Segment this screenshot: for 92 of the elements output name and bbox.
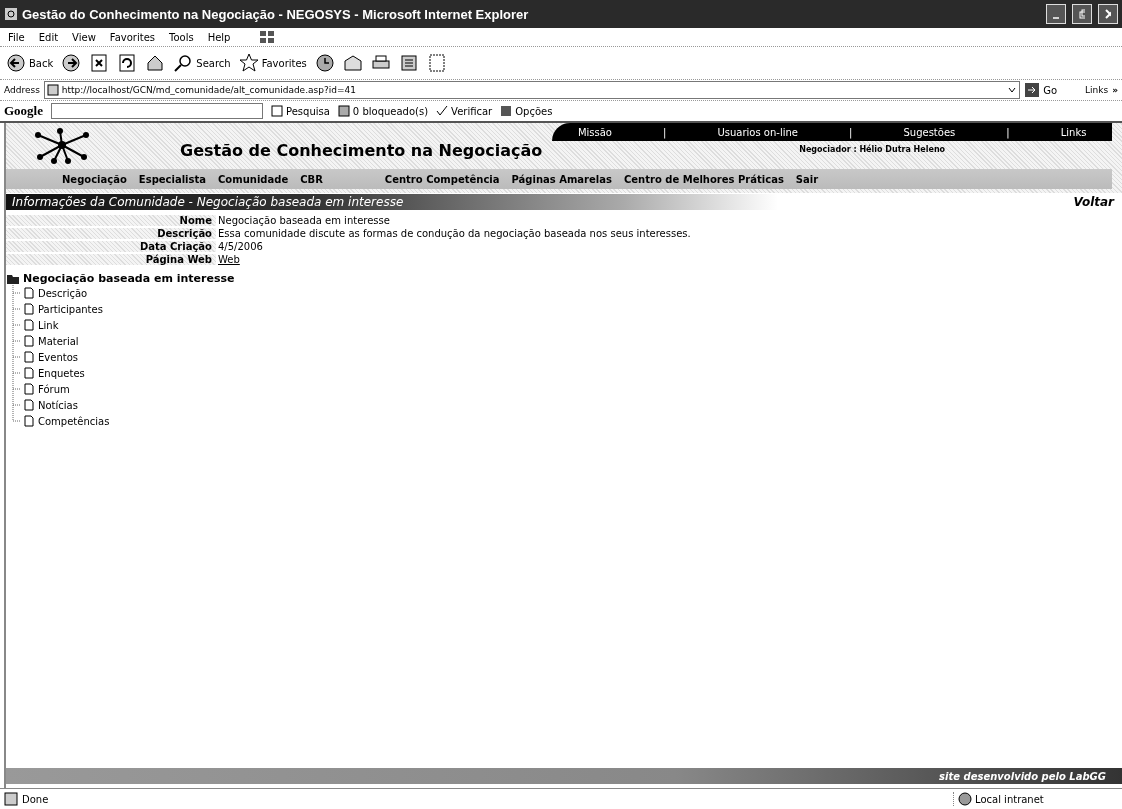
tree-item[interactable]: Enquetes xyxy=(38,367,85,379)
tree-item[interactable]: Link xyxy=(38,319,59,331)
nav-link[interactable]: CBR xyxy=(300,173,323,185)
nav-link[interactable]: Páginas Amarelas xyxy=(511,173,612,185)
globe-icon xyxy=(958,792,972,806)
page-icon xyxy=(24,287,34,299)
back-button[interactable]: Back xyxy=(6,53,54,73)
tree-item[interactable]: Material xyxy=(38,335,79,347)
top-link[interactable]: Links xyxy=(1060,126,1087,138)
windows-logo-icon xyxy=(258,29,277,45)
field-value: 4/5/2006 xyxy=(218,241,263,252)
popup-blocker-button[interactable]: 0 bloqueado(s) xyxy=(337,105,429,117)
spellcheck-button[interactable]: Verificar xyxy=(436,105,493,117)
field-label: Data Criação xyxy=(6,241,216,252)
site-title: Gestão de Conhecimento na Negociação xyxy=(180,141,543,161)
star-icon[interactable] xyxy=(238,53,259,73)
tree-item[interactable]: Competências xyxy=(38,415,110,427)
field-value: Negociação baseada em interesse xyxy=(218,215,390,226)
refresh-icon[interactable] xyxy=(117,53,138,73)
page-icon xyxy=(24,319,34,331)
google-search-field[interactable] xyxy=(51,103,263,119)
separator: | xyxy=(1006,126,1010,138)
address-label: Address xyxy=(4,85,40,95)
minimize-icon xyxy=(1053,17,1059,19)
separator: | xyxy=(849,126,853,138)
tree-item[interactable]: Eventos xyxy=(38,351,78,363)
google-logo: Google xyxy=(4,103,43,119)
web-link[interactable]: Web xyxy=(218,254,240,265)
user-label: Negociador : Hélio Dutra Heleno xyxy=(798,143,947,154)
page-icon xyxy=(46,84,59,96)
top-link[interactable]: Sugestões xyxy=(903,126,956,138)
page-icon xyxy=(24,383,34,395)
nav-link[interactable]: Negociação xyxy=(62,173,127,185)
menu-item[interactable]: File xyxy=(8,31,25,43)
check-icon xyxy=(436,105,449,117)
status-text: Done xyxy=(22,793,49,805)
restore-button[interactable] xyxy=(1072,4,1092,24)
close-button[interactable] xyxy=(1098,4,1118,24)
search-icon[interactable] xyxy=(173,53,194,73)
square-icon xyxy=(271,105,283,117)
page-icon xyxy=(24,303,34,315)
page-icon xyxy=(4,792,18,806)
page-icon xyxy=(24,399,34,411)
tree-item[interactable]: Notícias xyxy=(38,399,78,411)
page-icon xyxy=(24,351,34,363)
top-link[interactable]: Usuarios on-line xyxy=(717,126,798,138)
stop-icon[interactable] xyxy=(89,53,110,73)
menu-item[interactable]: View xyxy=(72,31,96,43)
separator: | xyxy=(663,126,667,138)
tree-item[interactable]: Fórum xyxy=(38,383,70,395)
back-link[interactable]: Voltar xyxy=(1073,195,1114,209)
field-value: Essa comunidade discute as formas de condução da negociação baseada nos seus interesses. xyxy=(218,228,691,239)
address-field[interactable]: http://localhost/GCN/md_comunidade/alt_comunidade.asp?id=41 xyxy=(43,81,1021,99)
menu-item[interactable]: Edit xyxy=(38,31,59,43)
chevron-icon[interactable]: » xyxy=(1112,85,1118,95)
links-label[interactable]: Links xyxy=(1085,85,1109,95)
tree-item[interactable]: Participantes xyxy=(38,303,103,315)
zone-label: Local intranet xyxy=(975,793,1044,805)
field-label: Página Web xyxy=(6,254,216,265)
history-icon[interactable] xyxy=(314,53,335,73)
back-icon[interactable] xyxy=(6,53,26,73)
page-icon xyxy=(24,335,34,347)
tree-root[interactable]: Negociação baseada em interesse xyxy=(23,271,235,285)
go-button[interactable]: Go xyxy=(1024,82,1058,98)
top-link[interactable]: Missão xyxy=(577,126,612,138)
options-icon xyxy=(500,105,513,117)
nav-link[interactable]: Centro de Melhores Práticas xyxy=(623,173,784,185)
minimize-button[interactable] xyxy=(1046,4,1066,24)
nav-link[interactable]: Centro Competência xyxy=(384,173,500,185)
nav-link[interactable]: Especialista xyxy=(138,173,206,185)
search-button[interactable]: Pesquisa xyxy=(271,105,330,117)
field-label: Nome xyxy=(6,215,216,226)
menu-item[interactable]: Favorites xyxy=(109,31,155,43)
tree-item[interactable]: Descrição xyxy=(38,287,88,299)
footer-credit: site desenvolvido pelo LabGG xyxy=(939,770,1106,782)
field-label: Descrição xyxy=(6,228,216,239)
nav-link[interactable]: Sair xyxy=(795,173,819,185)
edit-icon[interactable] xyxy=(398,53,419,73)
page-icon xyxy=(24,367,34,379)
menu-item[interactable]: Tools xyxy=(169,31,194,43)
browser-icon xyxy=(4,7,18,21)
window-title: Gestão do Conhecimento na Negociação - NEGOSYS - Microsoft Internet Explorer xyxy=(22,6,530,22)
page-icon[interactable] xyxy=(426,53,447,73)
home-icon[interactable] xyxy=(145,53,166,73)
options-button[interactable]: Opções xyxy=(500,105,553,117)
blocker-icon xyxy=(337,105,350,117)
nav-link[interactable]: Comunidade xyxy=(218,173,289,185)
forward-icon[interactable] xyxy=(61,53,82,73)
search-button[interactable]: Search xyxy=(173,53,231,73)
menu-item[interactable]: Help xyxy=(207,31,231,43)
page-icon xyxy=(24,415,34,427)
favorites-button[interactable]: Favorites xyxy=(238,53,307,73)
